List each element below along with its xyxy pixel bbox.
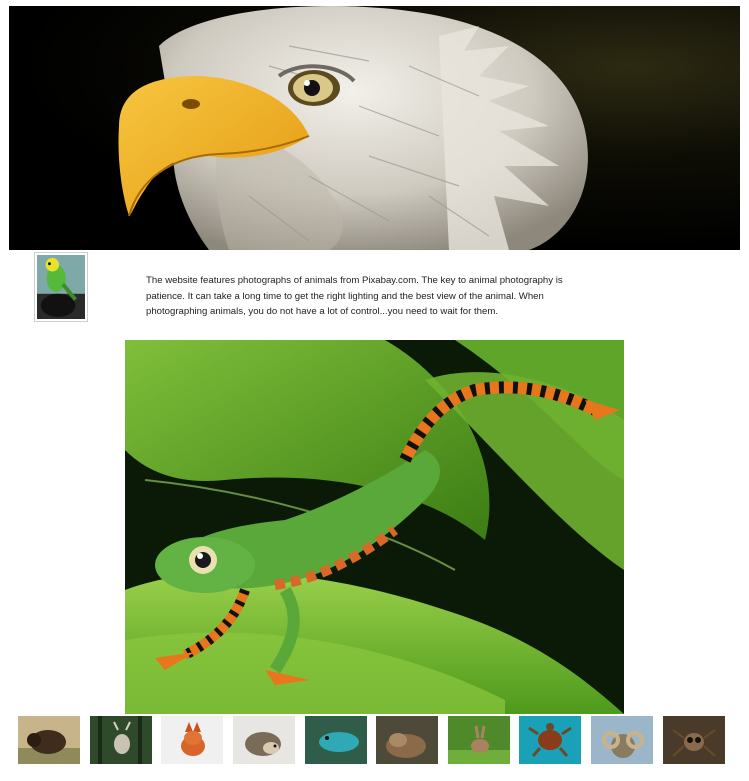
avatar-parakeet-thumbnail[interactable] xyxy=(34,252,88,322)
gallery-thumb-bison[interactable] xyxy=(18,716,80,764)
gallery-thumb-otter[interactable] xyxy=(376,716,438,764)
gallery-thumb-lizard[interactable] xyxy=(305,716,367,764)
gallery-thumb-turtle[interactable] xyxy=(519,716,581,764)
gallery-thumb-spider[interactable] xyxy=(663,716,725,764)
hero-eagle-image xyxy=(9,6,740,250)
gallery-thumb-fox[interactable] xyxy=(161,716,223,764)
intro-text: The website features photographs of anim… xyxy=(146,275,563,318)
gallery-strip xyxy=(18,716,729,766)
gallery-thumb-ram[interactable] xyxy=(591,716,653,764)
gallery-thumb-rabbit[interactable] xyxy=(448,716,510,764)
feature-frog-image xyxy=(125,340,624,714)
gallery-thumb-hedgehog[interactable] xyxy=(233,716,295,764)
gallery-thumb-deer[interactable] xyxy=(90,716,152,764)
